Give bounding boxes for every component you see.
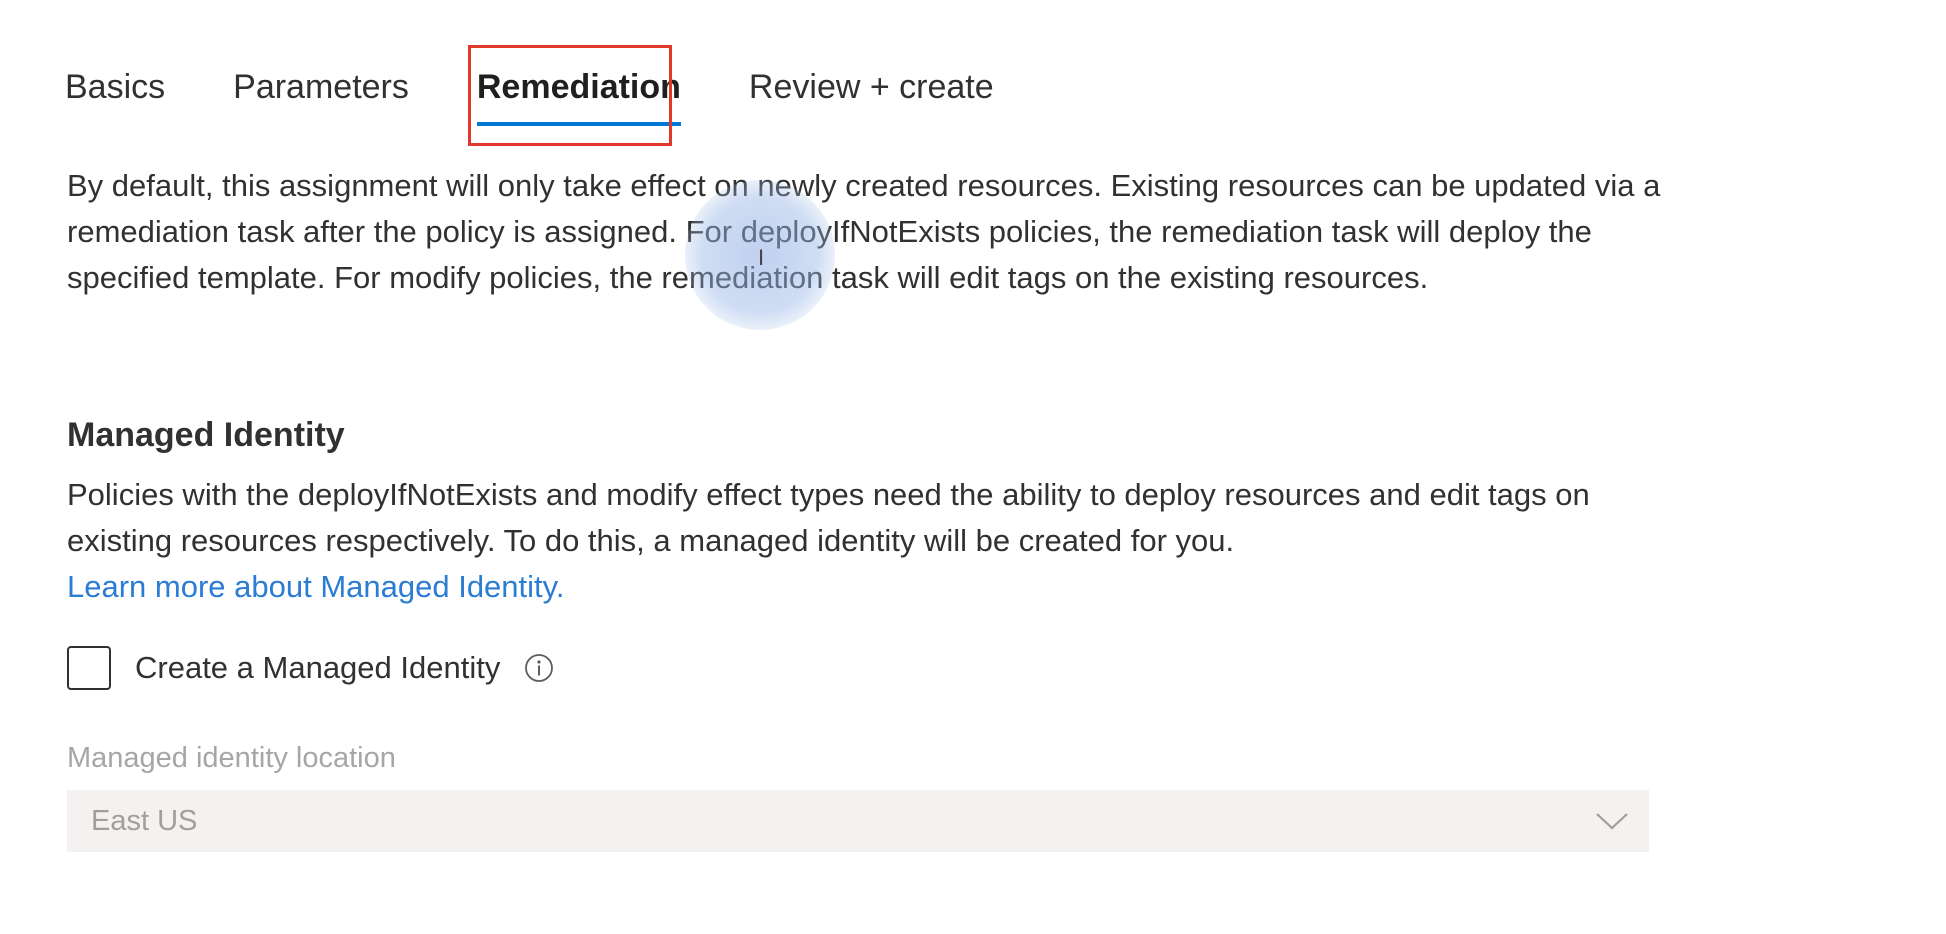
tab-parameters[interactable]: Parameters: [233, 62, 409, 112]
chevron-down-icon: [1595, 811, 1629, 831]
tab-remediation[interactable]: Remediation: [476, 62, 681, 126]
tab-basics[interactable]: Basics: [65, 62, 165, 112]
create-managed-identity-label[interactable]: Create a Managed Identity: [135, 650, 500, 686]
remediation-intro-text: By default, this assignment will only ta…: [67, 168, 1661, 295]
tab-review-create[interactable]: Review + create: [749, 62, 994, 112]
tab-bar: Basics Parameters Remediation Review + c…: [65, 62, 1062, 132]
remediation-page: Basics Parameters Remediation Review + c…: [0, 0, 1946, 934]
managed-identity-heading: Managed Identity: [67, 416, 345, 454]
info-icon[interactable]: [524, 653, 554, 683]
managed-identity-location-label: Managed identity location: [67, 742, 396, 774]
create-managed-identity-checkbox[interactable]: [67, 646, 111, 690]
managed-identity-description: Policies with the deployIfNotExists and …: [67, 477, 1590, 558]
location-selected-value: East US: [91, 804, 198, 837]
managed-identity-location-dropdown[interactable]: East US: [67, 790, 1649, 852]
create-managed-identity-row: Create a Managed Identity: [67, 646, 554, 690]
learn-more-managed-identity-link[interactable]: Learn more about Managed Identity.: [67, 564, 564, 610]
